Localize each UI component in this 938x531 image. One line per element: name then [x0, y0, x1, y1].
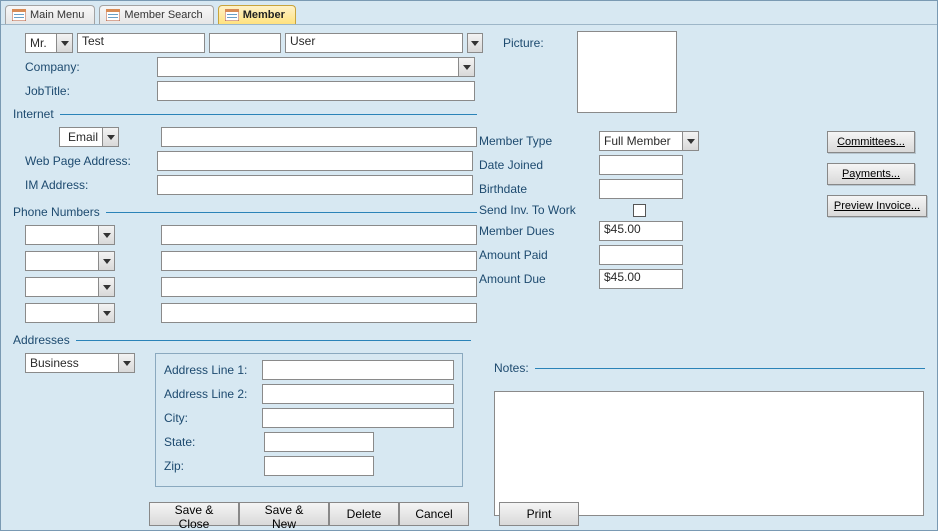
phone-type-2-combo[interactable]: [25, 251, 115, 271]
committees-button[interactable]: Committees...: [827, 131, 915, 153]
company-combo[interactable]: [157, 57, 475, 77]
date-joined-label: Date Joined: [479, 158, 595, 172]
last-name-value: User: [290, 34, 315, 48]
member-type-label: Member Type: [479, 134, 595, 148]
city-input[interactable]: [262, 408, 454, 428]
chevron-down-icon[interactable]: [458, 58, 474, 76]
preview-invoice-button[interactable]: Preview Invoice...: [827, 195, 927, 217]
internet-legend: Internet: [11, 107, 60, 121]
send-inv-checkbox[interactable]: [633, 204, 646, 217]
zip-input[interactable]: [264, 456, 374, 476]
member-form-window: Main Menu Member Search Member Mr. Test …: [0, 0, 938, 531]
tab-main-menu[interactable]: Main Menu: [5, 5, 95, 24]
addr1-input[interactable]: [262, 360, 454, 380]
notes-label: Notes:: [494, 361, 529, 375]
last-name-input[interactable]: User: [285, 33, 463, 53]
addr2-label: Address Line 2:: [164, 387, 258, 401]
chevron-down-icon[interactable]: [98, 226, 114, 244]
state-label: State:: [164, 435, 260, 449]
save-new-button[interactable]: Save & New: [239, 502, 329, 526]
first-name-input[interactable]: Test: [77, 33, 205, 53]
amount-paid-label: Amount Paid: [479, 248, 595, 262]
save-close-button[interactable]: Save & Close: [149, 502, 239, 526]
member-info-panel: Member Type Full Member Date Joined Birt…: [479, 131, 729, 293]
birthdate-input[interactable]: [599, 179, 683, 199]
phone-3-input[interactable]: [161, 277, 477, 297]
name-options-dropdown[interactable]: [467, 33, 483, 53]
chevron-down-icon[interactable]: [102, 128, 118, 146]
title-value: Mr.: [26, 36, 56, 50]
picture-label: Picture:: [503, 36, 544, 50]
webpage-input[interactable]: [157, 151, 473, 171]
phone-type-1-combo[interactable]: [25, 225, 115, 245]
tab-strip: Main Menu Member Search Member: [1, 1, 937, 25]
form-icon: [225, 9, 239, 21]
phone-2-input[interactable]: [161, 251, 477, 271]
webpage-label: Web Page Address:: [25, 154, 153, 168]
date-joined-input[interactable]: [599, 155, 683, 175]
city-label: City:: [164, 411, 258, 425]
notes-textarea[interactable]: [494, 391, 924, 516]
chevron-down-icon[interactable]: [98, 304, 114, 322]
bottom-button-row: Save & Close Save & New Delete Cancel Pr…: [149, 502, 579, 526]
phone-1-input[interactable]: [161, 225, 477, 245]
delete-button[interactable]: Delete: [329, 502, 399, 526]
divider: [535, 368, 925, 369]
chevron-down-icon[interactable]: [56, 34, 72, 52]
cancel-button[interactable]: Cancel: [399, 502, 469, 526]
print-button[interactable]: Print: [499, 502, 579, 526]
phone-4-input[interactable]: [161, 303, 477, 323]
jobtitle-label: JobTitle:: [25, 84, 153, 98]
phone-type-3-combo[interactable]: [25, 277, 115, 297]
tab-label: Main Menu: [30, 9, 84, 21]
phone-legend: Phone Numbers: [11, 205, 106, 219]
address-type-combo[interactable]: Business: [25, 353, 135, 373]
form-icon: [12, 9, 26, 21]
tab-label: Member Search: [124, 9, 202, 21]
company-label: Company:: [25, 60, 153, 74]
jobtitle-input[interactable]: [157, 81, 475, 101]
phone-type-4-combo[interactable]: [25, 303, 115, 323]
tab-member[interactable]: Member: [218, 5, 296, 24]
title-combo[interactable]: Mr.: [25, 33, 73, 53]
member-dues-input[interactable]: $45.00: [599, 221, 683, 241]
member-type-combo[interactable]: Full Member: [599, 131, 699, 151]
picture-box[interactable]: [577, 31, 677, 113]
form-icon: [106, 9, 120, 21]
im-label: IM Address:: [25, 178, 153, 192]
addresses-legend: Addresses: [11, 333, 76, 347]
email-type-combo[interactable]: Email: [59, 127, 119, 147]
chevron-down-icon[interactable]: [98, 278, 114, 296]
middle-name-input[interactable]: [209, 33, 281, 53]
amount-paid-input[interactable]: [599, 245, 683, 265]
email-input[interactable]: [161, 127, 477, 147]
address-type-value: Business: [26, 356, 118, 370]
tab-member-search[interactable]: Member Search: [99, 5, 213, 24]
chevron-down-icon[interactable]: [682, 132, 698, 150]
chevron-down-icon[interactable]: [118, 354, 134, 372]
side-buttons: Committees... Payments... Preview Invoic…: [827, 131, 927, 217]
member-type-value: Full Member: [600, 134, 682, 148]
member-dues-label: Member Dues: [479, 224, 595, 238]
addr1-label: Address Line 1:: [164, 363, 258, 377]
amount-due-label: Amount Due: [479, 272, 595, 286]
birthdate-label: Birthdate: [479, 182, 595, 196]
email-type-value: Email: [60, 130, 102, 144]
tab-label: Member: [243, 9, 285, 21]
payments-button[interactable]: Payments...: [827, 163, 915, 185]
zip-label: Zip:: [164, 459, 260, 473]
im-input[interactable]: [157, 175, 473, 195]
addr2-input[interactable]: [262, 384, 454, 404]
first-name-value: Test: [82, 34, 104, 48]
state-input[interactable]: [264, 432, 374, 452]
chevron-down-icon[interactable]: [98, 252, 114, 270]
send-inv-label: Send Inv. To Work: [479, 203, 629, 217]
form-area: Mr. Test User Picture: Company: JobTitle…: [1, 25, 937, 530]
amount-due-input[interactable]: $45.00: [599, 269, 683, 289]
